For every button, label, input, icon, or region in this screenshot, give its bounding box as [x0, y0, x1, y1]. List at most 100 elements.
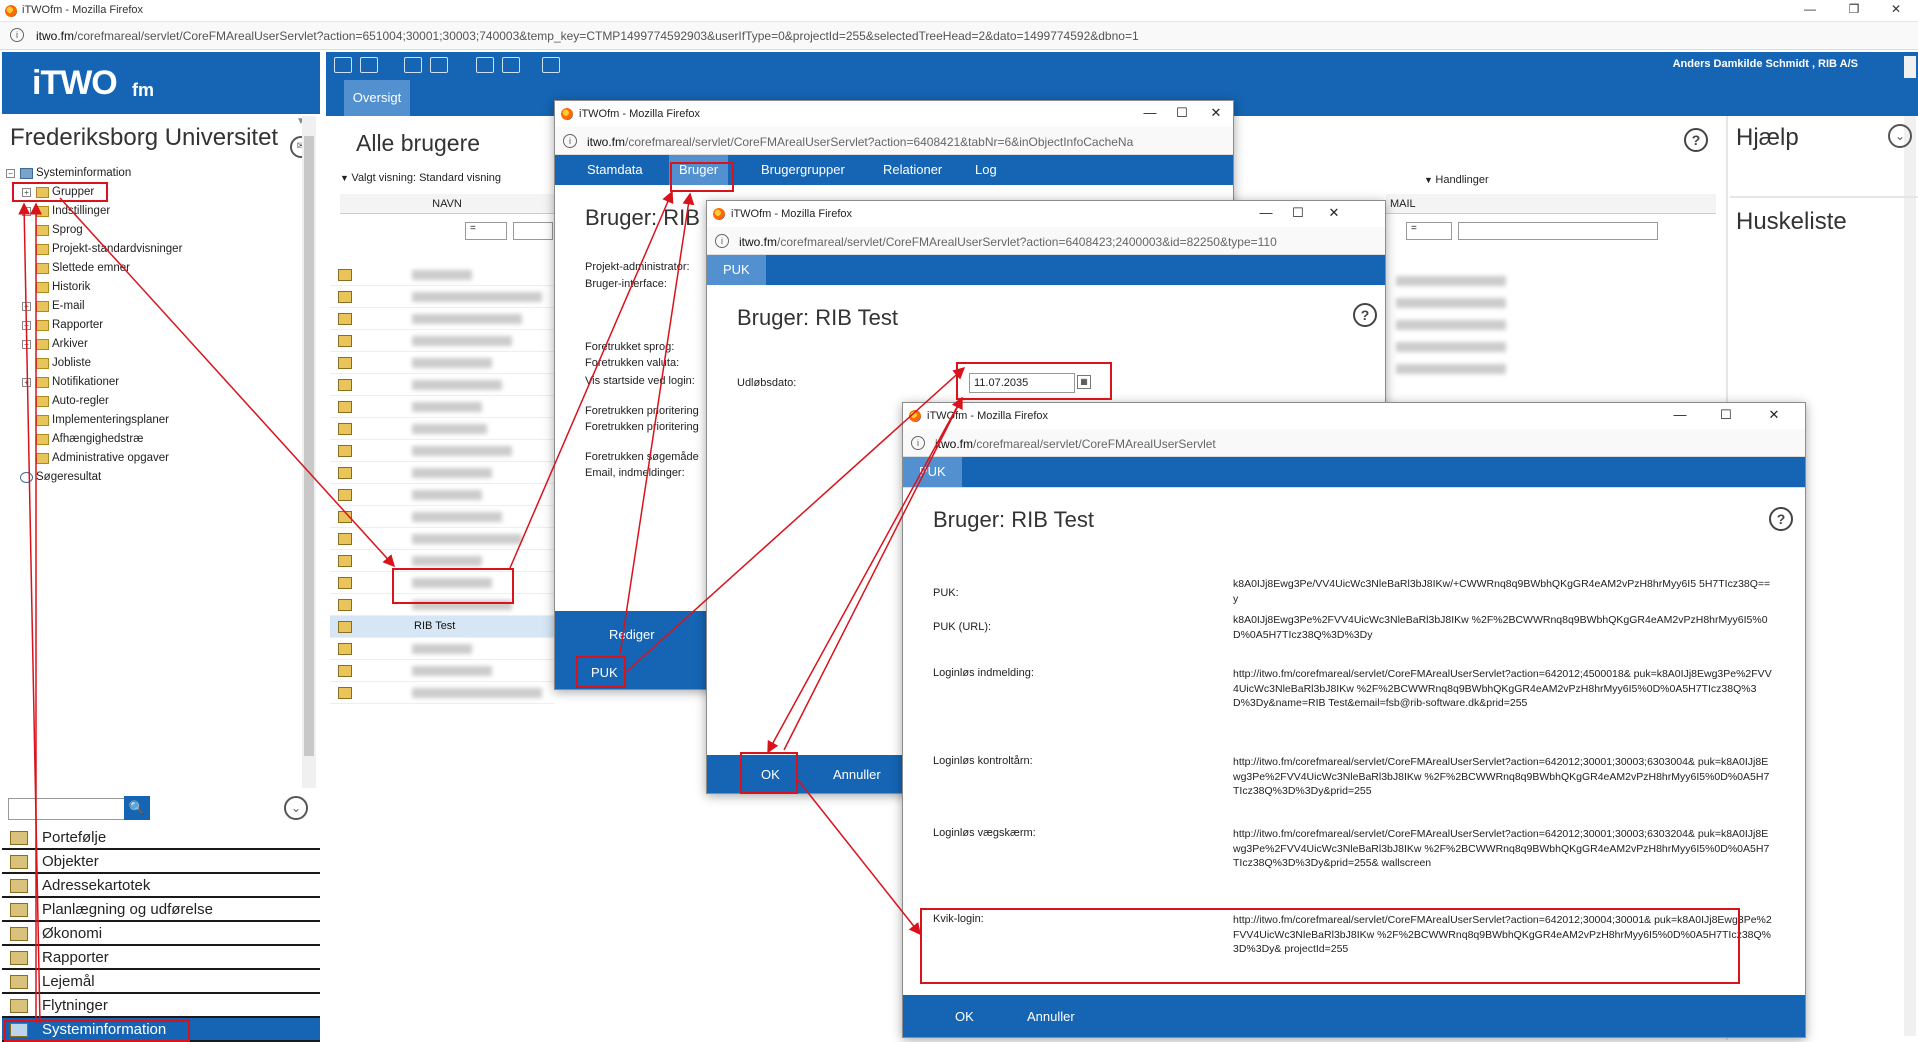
table-row[interactable] [330, 286, 554, 308]
tree-node-administrative-opgaver[interactable]: Administrative opgaver [4, 449, 314, 468]
table-row[interactable] [330, 264, 554, 286]
table-row[interactable] [330, 462, 554, 484]
toolbar-icon[interactable] [404, 57, 422, 73]
close-button[interactable]: ✕ [1319, 205, 1349, 221]
table-row[interactable] [330, 352, 554, 374]
cancel-button[interactable]: Annuller [1027, 1009, 1075, 1024]
module-rapporter[interactable]: Rapporter [2, 946, 320, 970]
cancel-button[interactable]: Annuller [833, 767, 881, 782]
book-icon[interactable] [542, 57, 560, 73]
maximize-button[interactable]: ☐ [1283, 205, 1313, 221]
tree-node-jobliste[interactable]: Jobliste [4, 354, 314, 373]
module-planlaegning[interactable]: Planlægning og udførelse [2, 898, 320, 922]
tree-node-root[interactable]: − Systeminformation [4, 164, 314, 183]
toolbar-icon[interactable] [430, 57, 448, 73]
tab-oversigt[interactable]: Oversigt [344, 80, 410, 116]
address-bar[interactable]: i itwo.fm/corefmareal/servlet/CoreFMArea… [903, 429, 1805, 457]
tree-node-arkiver[interactable]: + Arkiver [4, 335, 314, 354]
tree-node-slettede-emner[interactable]: Slettede emner [4, 259, 314, 278]
view-selector[interactable]: ▼ Valgt visning: Standard visning [340, 172, 501, 184]
minimize-button[interactable]: — [1251, 205, 1281, 220]
ok-button[interactable]: OK [955, 1009, 974, 1024]
minimize-button[interactable]: — [1790, 2, 1830, 20]
tree-node-indstillinger[interactable]: + Indstillinger [4, 202, 314, 221]
toolbar-icon[interactable] [476, 57, 494, 73]
search-button[interactable]: 🔍 [124, 796, 150, 820]
tab-puk[interactable]: PUK [707, 255, 766, 285]
table-row[interactable] [330, 418, 554, 440]
info-icon[interactable]: i [10, 28, 24, 42]
tab-relationer[interactable]: Relationer [873, 155, 952, 185]
module-lejemaal[interactable]: Lejemål [2, 970, 320, 994]
tree-node-implementeringsplaner[interactable]: Implementeringsplaner [4, 411, 314, 430]
info-icon[interactable]: i [563, 134, 577, 148]
tree-node-auto-regler[interactable]: Auto-regler [4, 392, 314, 411]
toolbar-icon[interactable] [360, 57, 378, 73]
close-button[interactable]: ✕ [1201, 105, 1231, 121]
minimize-button[interactable]: — [1665, 407, 1695, 422]
loginless-control-tower-link[interactable]: http://itwo.fm/corefmareal/servlet/CoreF… [1233, 755, 1773, 799]
module-portefolje[interactable]: Portefølje [2, 826, 320, 850]
loginless-signup-link[interactable]: http://itwo.fm/corefmareal/servlet/CoreF… [1233, 667, 1773, 711]
tree-node-email[interactable]: + E-mail [4, 297, 314, 316]
chevron-down-icon[interactable]: ⌄ [1888, 124, 1912, 148]
address-bar[interactable]: i itwo.fm/corefmareal/servlet/CoreFMArea… [707, 227, 1385, 255]
tree-node-search-result[interactable]: Søgeresultat [4, 468, 314, 487]
page-scrollbar[interactable] [1904, 56, 1916, 1036]
address-bar[interactable]: i itwo.fm/corefmareal/servlet/CoreFMArea… [555, 127, 1233, 155]
table-row[interactable] [330, 440, 554, 462]
toolbar-icon[interactable] [334, 57, 352, 73]
info-icon[interactable]: i [911, 436, 925, 450]
column-header-name[interactable]: NAVN [340, 194, 554, 214]
tab-stamdata[interactable]: Stamdata [577, 155, 653, 185]
economy-icon [10, 927, 28, 941]
tree-node-sprog[interactable]: Sprog [4, 221, 314, 240]
tab-log[interactable]: Log [965, 155, 1007, 185]
tree-node-historik[interactable]: Historik [4, 278, 314, 297]
address-bar[interactable]: i itwo.fm/corefmareal/servlet/CoreFMArea… [0, 22, 1918, 50]
mail-filter-input[interactable] [1458, 222, 1658, 240]
table-row[interactable] [330, 682, 554, 704]
loginless-wallscreen-link[interactable]: http://itwo.fm/corefmareal/servlet/CoreF… [1233, 827, 1773, 871]
tree-node-afhaengighedstrae[interactable]: Afhængighedstræ [4, 430, 314, 449]
module-flytninger[interactable]: Flytninger [2, 994, 320, 1018]
folder-icon [36, 339, 49, 350]
table-row[interactable] [330, 638, 554, 660]
name-filter-operator[interactable]: = [465, 222, 507, 240]
maximize-button[interactable]: ☐ [1711, 407, 1741, 423]
tree-node-notifikationer[interactable]: + Notifikationer [4, 373, 314, 392]
table-row[interactable] [330, 330, 554, 352]
column-header-mail[interactable]: MAIL [1386, 194, 1716, 214]
module-adressekartotek[interactable]: Adressekartotek [2, 874, 320, 898]
table-row[interactable] [330, 660, 554, 682]
maximize-button[interactable]: ☐ [1167, 105, 1197, 121]
minimize-button[interactable]: — [1135, 105, 1165, 120]
help-icon[interactable]: ? [1684, 128, 1708, 152]
mail-filter-operator[interactable]: = [1406, 222, 1452, 240]
table-row-selected[interactable]: RIB Test [330, 616, 554, 638]
tree-node-projekt-standardvisninger[interactable]: Projekt-standardvisninger [4, 240, 314, 259]
restore-button[interactable]: ❐ [1834, 2, 1874, 20]
toolbar-icon[interactable] [502, 57, 520, 73]
table-row[interactable] [330, 308, 554, 330]
close-button[interactable]: ✕ [1759, 407, 1789, 423]
tree-scrollbar[interactable] [302, 116, 316, 788]
table-row[interactable] [330, 396, 554, 418]
tab-brugergrupper[interactable]: Brugergrupper [751, 155, 855, 185]
close-button[interactable]: ✕ [1876, 2, 1916, 20]
table-row[interactable] [330, 484, 554, 506]
name-filter-input[interactable] [513, 222, 553, 240]
module-objekter[interactable]: Objekter [2, 850, 320, 874]
help-icon[interactable]: ? [1353, 303, 1377, 327]
edit-button[interactable]: Rediger [609, 627, 655, 642]
tree-node-rapporter[interactable]: + Rapporter [4, 316, 314, 335]
chevron-down-icon[interactable]: ⌄ [284, 796, 308, 820]
help-icon[interactable]: ? [1769, 507, 1793, 531]
table-row[interactable] [330, 528, 554, 550]
actions-menu[interactable]: ▼ Handlinger [1424, 174, 1489, 186]
table-row[interactable] [330, 374, 554, 396]
tab-puk[interactable]: PUK [903, 457, 962, 487]
table-row[interactable] [330, 506, 554, 528]
info-icon[interactable]: i [715, 234, 729, 248]
module-okonomi[interactable]: Økonomi [2, 922, 320, 946]
